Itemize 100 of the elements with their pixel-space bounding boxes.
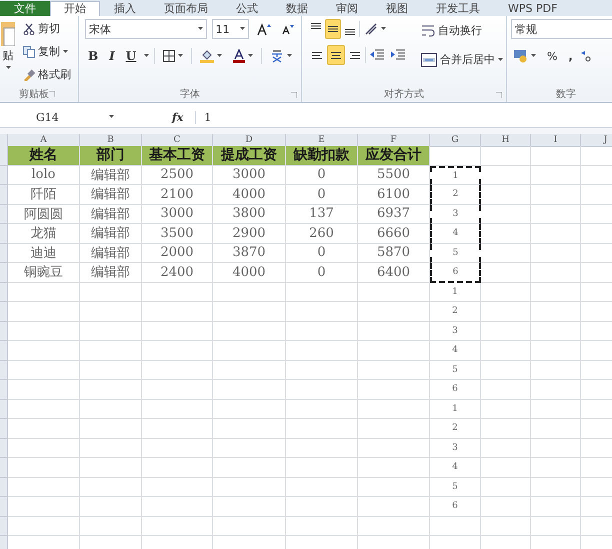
caret-icon[interactable] [381, 26, 386, 32]
table-cell: 编辑部 [80, 224, 142, 244]
column-header[interactable]: C [142, 134, 213, 147]
table-cell [531, 146, 581, 166]
table-cell [481, 185, 531, 204]
ribbon-tab[interactable]: WPS PDF [494, 1, 572, 16]
caret-icon[interactable] [178, 53, 184, 59]
copy-button[interactable]: 复制 [20, 42, 74, 61]
ribbon-tab[interactable]: 视图 [372, 1, 422, 16]
table-cell [531, 282, 581, 302]
table-cell [142, 322, 213, 341]
table-cell [80, 380, 142, 400]
table-cell: 137 [286, 204, 358, 224]
dialog-launcher-icon[interactable] [49, 91, 55, 97]
align-lines-icon [345, 29, 355, 35]
dialog-launcher-icon[interactable] [496, 92, 502, 98]
ribbon-tab[interactable]: 插入 [100, 1, 150, 16]
table-cell [531, 478, 581, 497]
ribbon-tab[interactable]: 公式 [222, 1, 272, 16]
table-cell [531, 302, 581, 322]
percent-button[interactable]: % [544, 48, 560, 64]
horizontal-align-button[interactable] [327, 45, 345, 65]
table-cell: 2500 [142, 166, 213, 185]
column-header[interactable]: A [8, 134, 80, 147]
caret-icon[interactable] [63, 48, 68, 54]
table-cell [358, 458, 430, 478]
align-lines-icon [331, 52, 341, 58]
table-cell [531, 516, 581, 536]
table-cell [80, 400, 142, 419]
ribbon-tab[interactable]: 页面布局 [150, 1, 222, 16]
table-cell [481, 516, 531, 536]
caret-icon[interactable] [144, 53, 150, 59]
dialog-launcher-icon[interactable] [291, 92, 297, 98]
caret-icon[interactable] [6, 65, 10, 71]
name-box[interactable]: G14 [0, 110, 120, 124]
header-cell: 基本工资 [142, 146, 213, 166]
font-size-field[interactable]: 11 [212, 19, 249, 39]
caret-icon[interactable] [198, 26, 203, 32]
table-cell: 0 [286, 263, 358, 282]
table-cell: lolo [8, 166, 80, 185]
column-header[interactable]: B [80, 134, 142, 147]
underline-button[interactable]: U [122, 47, 140, 65]
font-color-icon [233, 49, 246, 63]
paste-button[interactable]: 贴 [0, 19, 16, 86]
ribbon-tab[interactable]: 数据 [272, 1, 322, 16]
table-cell [531, 458, 581, 478]
table-cell [142, 282, 213, 302]
caret-icon[interactable] [498, 56, 503, 62]
table-cell: 4 [430, 224, 481, 244]
table-cell: 4000 [213, 263, 286, 282]
table-cell [531, 166, 581, 185]
table-cell [142, 438, 213, 458]
table-cell [8, 438, 80, 458]
italic-button[interactable]: I [106, 47, 118, 65]
formula-field[interactable]: 1 [195, 110, 612, 124]
table-cell [481, 458, 531, 478]
ribbon-tab[interactable]: 开始 [50, 1, 100, 16]
insert-function-button[interactable]: fx [166, 110, 190, 124]
caret-icon[interactable] [287, 53, 292, 59]
caret-icon[interactable] [248, 53, 254, 59]
table-cell [142, 341, 213, 360]
comma-button[interactable]: , [565, 48, 576, 64]
caret-icon[interactable] [217, 53, 222, 59]
vertical-align-button[interactable] [325, 19, 341, 39]
cut-button[interactable]: 剪切 [20, 19, 74, 38]
column-header[interactable]: H [481, 134, 531, 147]
currency-button[interactable] [511, 47, 539, 65]
number-format-field[interactable]: 常规 [511, 19, 612, 39]
table-cell: 5 [430, 244, 481, 263]
table-cell: 2900 [213, 224, 286, 244]
merge-center-button[interactable]: 合并后居中 [418, 50, 506, 69]
table-cell [481, 146, 531, 166]
table-cell [80, 438, 142, 458]
column-header[interactable]: I [531, 134, 581, 147]
caret-icon[interactable] [240, 26, 245, 32]
column-header[interactable]: J [581, 134, 612, 147]
column-header[interactable]: E [286, 134, 358, 147]
indent-icon [391, 49, 405, 61]
table-cell: 6400 [358, 263, 430, 282]
paint-bucket-icon [200, 49, 214, 63]
file-tab[interactable]: 文件 [0, 1, 50, 16]
table-cell [8, 419, 80, 438]
column-header[interactable]: F [358, 134, 430, 147]
ribbon-tab[interactable]: 审阅 [322, 1, 372, 16]
table-cell [481, 244, 531, 263]
ribbon-tab[interactable]: 开发工具 [422, 1, 494, 16]
table-cell: 4000 [213, 185, 286, 204]
font-name-field[interactable]: 宋体 [85, 19, 207, 39]
column-header[interactable]: G [430, 134, 481, 147]
table-cell [286, 458, 358, 478]
indent-icon [370, 49, 384, 61]
caret-icon[interactable] [109, 114, 114, 120]
table-cell [358, 322, 430, 341]
column-header[interactable]: D [213, 134, 286, 147]
wrap-text-button[interactable]: 自动换行 [418, 21, 506, 40]
caret-icon[interactable] [531, 53, 536, 59]
table-cell [142, 497, 213, 516]
bold-button[interactable]: B [85, 47, 102, 65]
table-cell [430, 516, 481, 536]
format-painter-button[interactable]: 格式刷 [20, 65, 74, 84]
